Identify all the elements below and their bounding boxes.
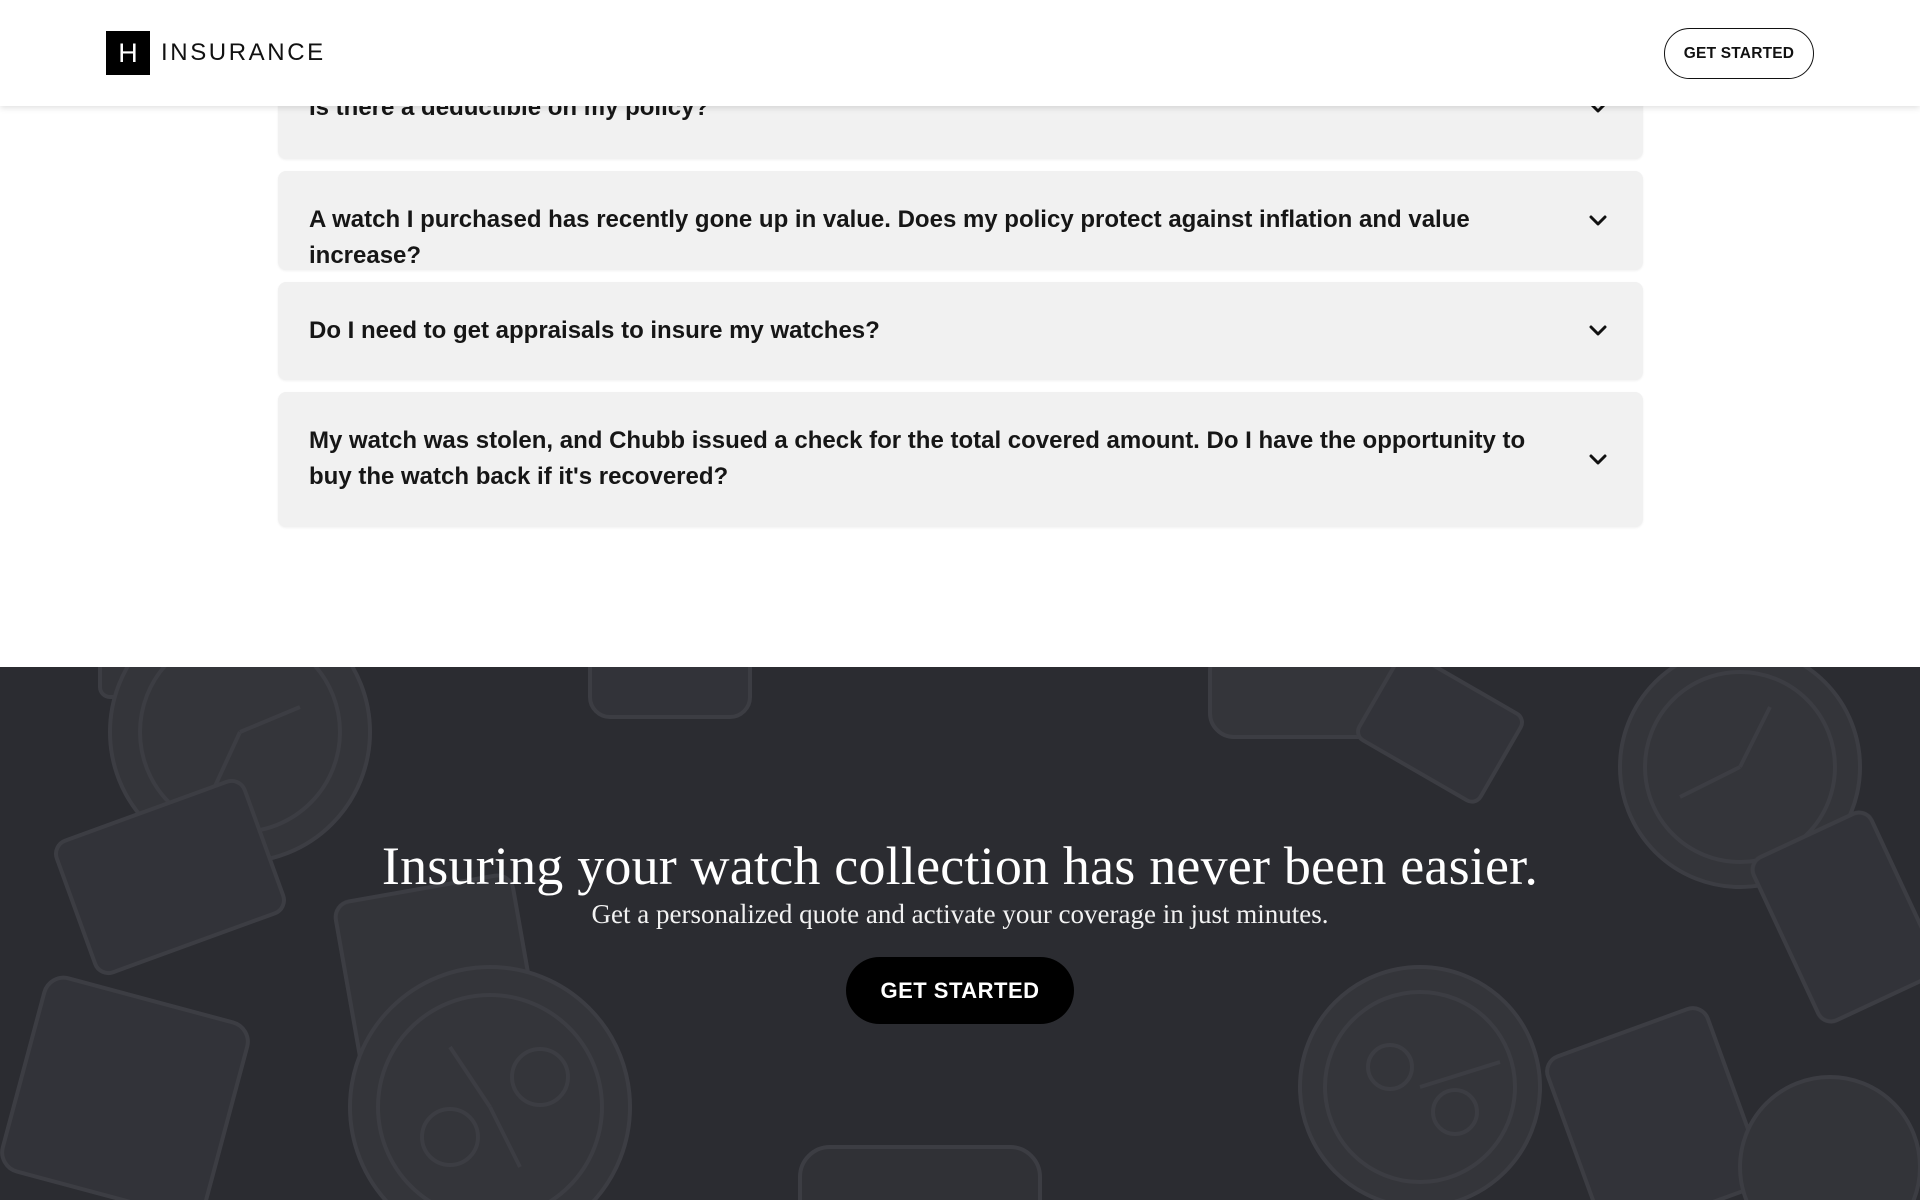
- cta-subtitle: Get a personalized quote and activate yo…: [591, 899, 1329, 929]
- chevron-down-icon[interactable]: [1589, 215, 1607, 227]
- cta-title: Insuring your watch collection has never…: [381, 836, 1539, 896]
- chevron-down-icon[interactable]: [1589, 454, 1607, 466]
- header-get-started-button[interactable]: GET STARTED: [1664, 28, 1814, 79]
- faq-item[interactable]: A watch I purchased has recently gone up…: [278, 171, 1643, 270]
- cta-get-started-button[interactable]: GET STARTED: [846, 957, 1074, 1024]
- watch-illustration: [54, 667, 372, 976]
- faq-item[interactable]: My watch was stolen, and Chubb issued a …: [278, 392, 1643, 527]
- faq-question: My watch was stolen, and Chubb issued a …: [309, 427, 1526, 490]
- watch-illustrations: [0, 667, 1920, 1200]
- watch-illustration: [588, 667, 1524, 804]
- chevron-down-icon[interactable]: [1589, 325, 1607, 337]
- cta-section: Insuring your watch collection has never…: [0, 667, 1920, 1200]
- faq-question: Do I need to get appraisals to insure my…: [309, 317, 880, 344]
- logo[interactable]: H INSURANCE: [106, 31, 326, 75]
- site-header: H INSURANCE GET STARTED: [0, 0, 1920, 106]
- faq-question: A watch I purchased has recently gone up…: [309, 206, 1470, 269]
- logo-mark: H: [106, 31, 150, 75]
- logo-text: INSURANCE: [161, 39, 326, 66]
- faq-item[interactable]: Do I need to get appraisals to insure my…: [278, 282, 1643, 380]
- watch-illustration: [798, 1145, 1042, 1200]
